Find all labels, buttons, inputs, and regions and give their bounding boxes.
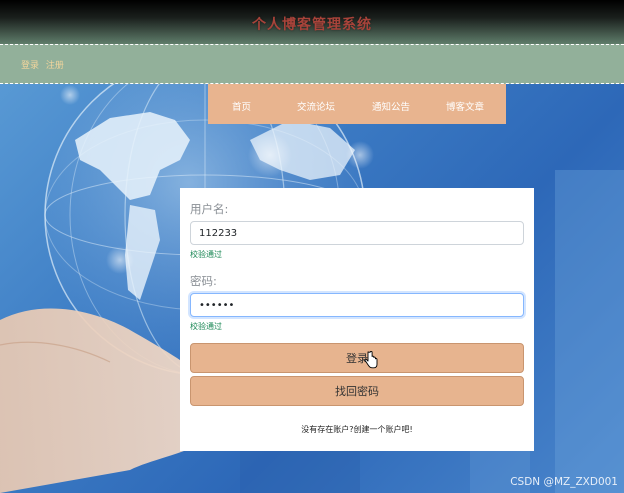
register-link[interactable]: 注册 <box>46 61 64 71</box>
nav-item-home[interactable]: 首页 <box>232 99 251 113</box>
signup-link[interactable]: 没有存在账户?创建一个账户吧! <box>180 424 534 435</box>
login-card: 用户名: 校验通过 密码: 校验通过 登录 找回密码 没有存在账户?创建一个账户… <box>180 188 534 451</box>
site-title: 个人博客管理系统 <box>252 17 372 33</box>
login-link[interactable]: 登录 <box>21 61 39 71</box>
hand-pointer-cursor-icon <box>364 351 378 369</box>
forgot-password-button[interactable]: 找回密码 <box>190 376 524 406</box>
header-strip: 登录 注册 <box>0 44 624 84</box>
password-validation: 校验通过 <box>190 322 222 331</box>
nav-item-blog-articles[interactable]: 博客文章 <box>446 99 484 113</box>
nav-item-notices[interactable]: 通知公告 <box>372 99 410 113</box>
username-input[interactable] <box>190 221 524 245</box>
login-button[interactable]: 登录 <box>190 343 524 373</box>
auth-links: 登录 注册 <box>21 58 68 71</box>
main-nav: 首页 交流论坛 通知公告 博客文章 <box>208 84 506 124</box>
csdn-watermark: CSDN @MZ_ZXD001 <box>510 476 618 488</box>
username-validation: 校验通过 <box>190 250 222 259</box>
password-label: 密码: <box>190 274 217 288</box>
password-input[interactable] <box>190 293 524 317</box>
nav-item-forum[interactable]: 交流论坛 <box>297 99 335 113</box>
header-banner: 个人博客管理系统 <box>0 0 624 44</box>
username-label: 用户名: <box>190 202 229 216</box>
